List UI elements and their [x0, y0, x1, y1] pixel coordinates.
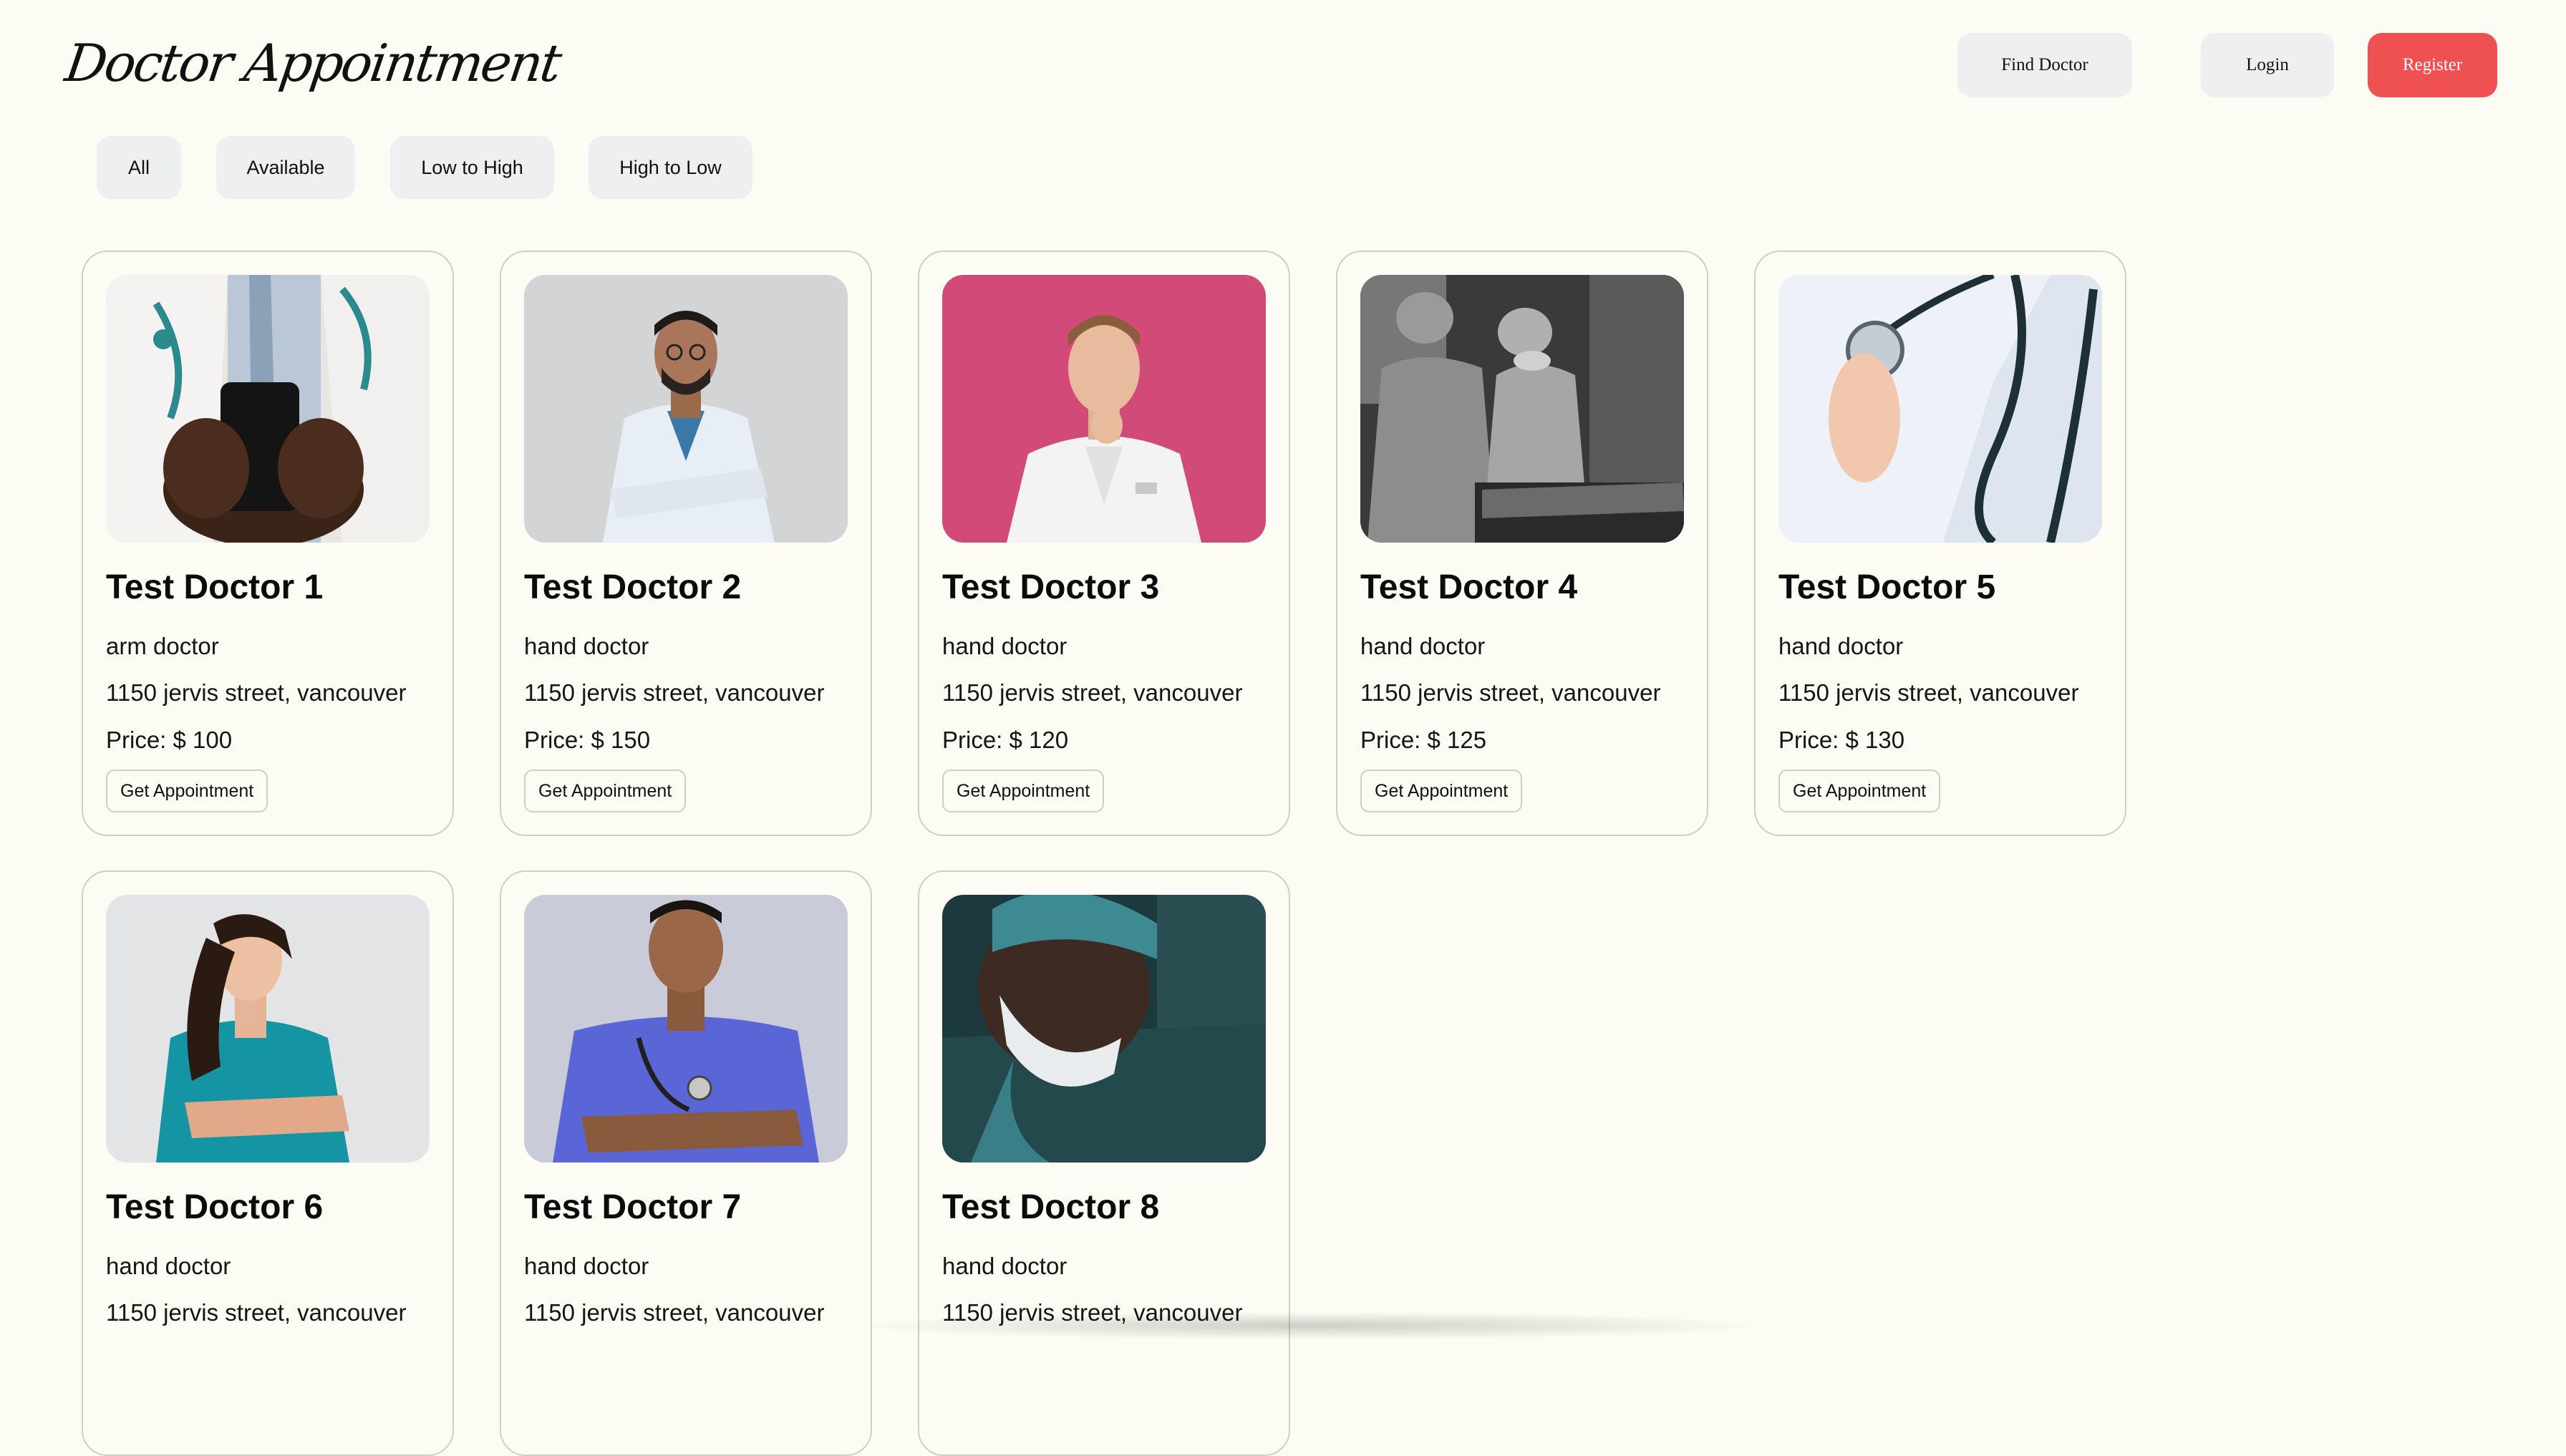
- doctor-address: 1150 jervis street, vancouver: [942, 1299, 1243, 1326]
- doctor-name: Test Doctor 3: [942, 568, 1160, 606]
- doctor-address: 1150 jervis street, vancouver: [1360, 679, 1661, 706]
- doctor-teal-scrubs-photo: [106, 895, 430, 1163]
- get-appointment-button[interactable]: Get Appointment: [1360, 770, 1523, 812]
- doctor-specialty: hand doctor: [524, 633, 649, 659]
- filter-high-to-low-button[interactable]: High to Low: [589, 136, 752, 199]
- doctor-specialty: arm doctor: [106, 633, 219, 659]
- doctor-card: Test Doctor 2 hand doctor 1150 jervis st…: [500, 251, 872, 836]
- doctor-specialty: hand doctor: [524, 1253, 649, 1279]
- register-button[interactable]: Register: [2368, 33, 2497, 97]
- doctor-card: Test Doctor 6 hand doctor 1150 jervis st…: [82, 870, 454, 1456]
- doctor-with-phone-photo: [106, 275, 430, 543]
- doctor-address: 1150 jervis street, vancouver: [1778, 679, 2079, 706]
- doctor-name: Test Doctor 7: [524, 1188, 742, 1226]
- doctor-arms-crossed-photo: [524, 275, 848, 543]
- filter-low-to-high-button[interactable]: Low to High: [390, 136, 554, 199]
- filter-available-button[interactable]: Available: [216, 136, 355, 199]
- doctor-address: 1150 jervis street, vancouver: [524, 679, 825, 706]
- doctor-card: Test Doctor 3 hand doctor 1150 jervis st…: [918, 251, 1290, 836]
- doctor-specialty: hand doctor: [1778, 633, 1904, 659]
- surgeon-masked-photo: [942, 895, 1266, 1163]
- doctor-card: Test Doctor 8 hand doctor 1150 jervis st…: [918, 870, 1290, 1456]
- doctor-name: Test Doctor 5: [1778, 568, 1996, 606]
- doctor-card: Test Doctor 7 hand doctor 1150 jervis st…: [500, 870, 872, 1456]
- doctor-specialty: hand doctor: [1360, 633, 1486, 659]
- doctor-name: Test Doctor 4: [1360, 568, 1578, 606]
- doctor-card: Test Doctor 4 hand doctor 1150 jervis st…: [1336, 251, 1708, 836]
- doctor-blue-scrubs-photo: [524, 895, 848, 1163]
- stethoscope-closeup-photo: [1778, 275, 2102, 543]
- site-logo[interactable]: Doctor Appointment: [62, 33, 563, 93]
- doctor-name: Test Doctor 1: [106, 568, 324, 606]
- login-button[interactable]: Login: [2201, 33, 2334, 97]
- filter-all-button[interactable]: All: [97, 136, 181, 199]
- doctor-specialty: hand doctor: [942, 1253, 1067, 1279]
- doctor-card: Test Doctor 5 hand doctor 1150 jervis st…: [1754, 251, 2126, 836]
- doctor-address: 1150 jervis street, vancouver: [106, 1299, 407, 1326]
- doctor-price: Price: $ 125: [1360, 727, 1487, 753]
- surgeons-operating-room-photo: [1360, 275, 1684, 543]
- doctor-address: 1150 jervis street, vancouver: [524, 1299, 825, 1326]
- doctor-pink-background-photo: [942, 275, 1266, 543]
- doctor-name: Test Doctor 6: [106, 1188, 324, 1226]
- doctor-address: 1150 jervis street, vancouver: [106, 679, 407, 706]
- get-appointment-button[interactable]: Get Appointment: [524, 770, 687, 812]
- doctor-price: Price: $ 100: [106, 727, 233, 753]
- doctor-name: Test Doctor 8: [942, 1188, 1160, 1226]
- get-appointment-button[interactable]: Get Appointment: [1778, 770, 1941, 812]
- doctor-specialty: hand doctor: [106, 1253, 231, 1279]
- doctor-specialty: hand doctor: [942, 633, 1067, 659]
- doctor-card: Test Doctor 1 arm doctor 1150 jervis str…: [82, 251, 454, 836]
- doctor-price: Price: $ 150: [524, 727, 651, 753]
- doctor-address: 1150 jervis street, vancouver: [942, 679, 1243, 706]
- doctor-price: Price: $ 120: [942, 727, 1069, 753]
- get-appointment-button[interactable]: Get Appointment: [942, 770, 1105, 812]
- get-appointment-button[interactable]: Get Appointment: [106, 770, 268, 812]
- doctor-name: Test Doctor 2: [524, 568, 742, 606]
- find-doctor-button[interactable]: Find Doctor: [1957, 33, 2132, 97]
- doctor-price: Price: $ 130: [1778, 727, 1905, 753]
